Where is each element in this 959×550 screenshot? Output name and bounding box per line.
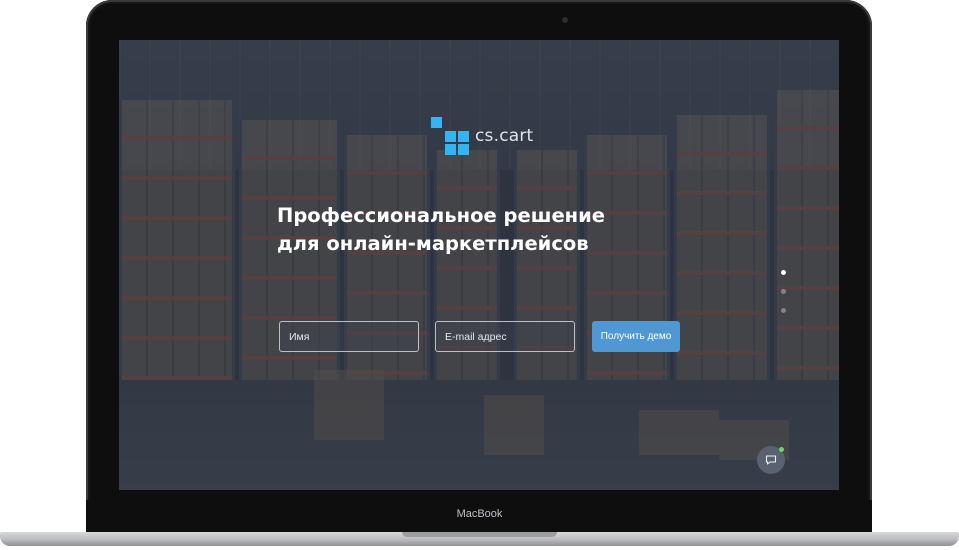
dark-overlay (119, 40, 839, 490)
slider-pagination (779, 270, 787, 327)
headline-line-1: Профессиональное решение (277, 204, 606, 227)
hero-headline: Профессиональное решение для онлайн-марк… (277, 202, 697, 258)
logo-text: cs.cart (475, 126, 534, 146)
lid-notch (402, 532, 557, 537)
chat-button[interactable] (757, 446, 785, 474)
landing-page: cs.cart Профессиональное решение для онл… (119, 40, 839, 490)
headline-line-2: для онлайн-маркетплейсов (277, 232, 589, 255)
camera (562, 17, 568, 23)
email-input[interactable] (435, 321, 575, 352)
get-demo-button[interactable]: Получить демо (592, 321, 680, 352)
name-input[interactable] (279, 321, 419, 352)
device-model-label: MacBook (456, 508, 503, 520)
slider-dot-2[interactable] (780, 289, 786, 294)
online-status-dot (779, 447, 784, 452)
slider-dot-1[interactable] (780, 270, 786, 275)
laptop-base: MacBook (0, 500, 959, 550)
cs-cart-logo[interactable]: cs.cart (431, 116, 533, 156)
slider-dot-3[interactable] (780, 308, 786, 313)
chat-bubble-icon (765, 455, 777, 465)
logo-squares-icon (431, 117, 469, 155)
